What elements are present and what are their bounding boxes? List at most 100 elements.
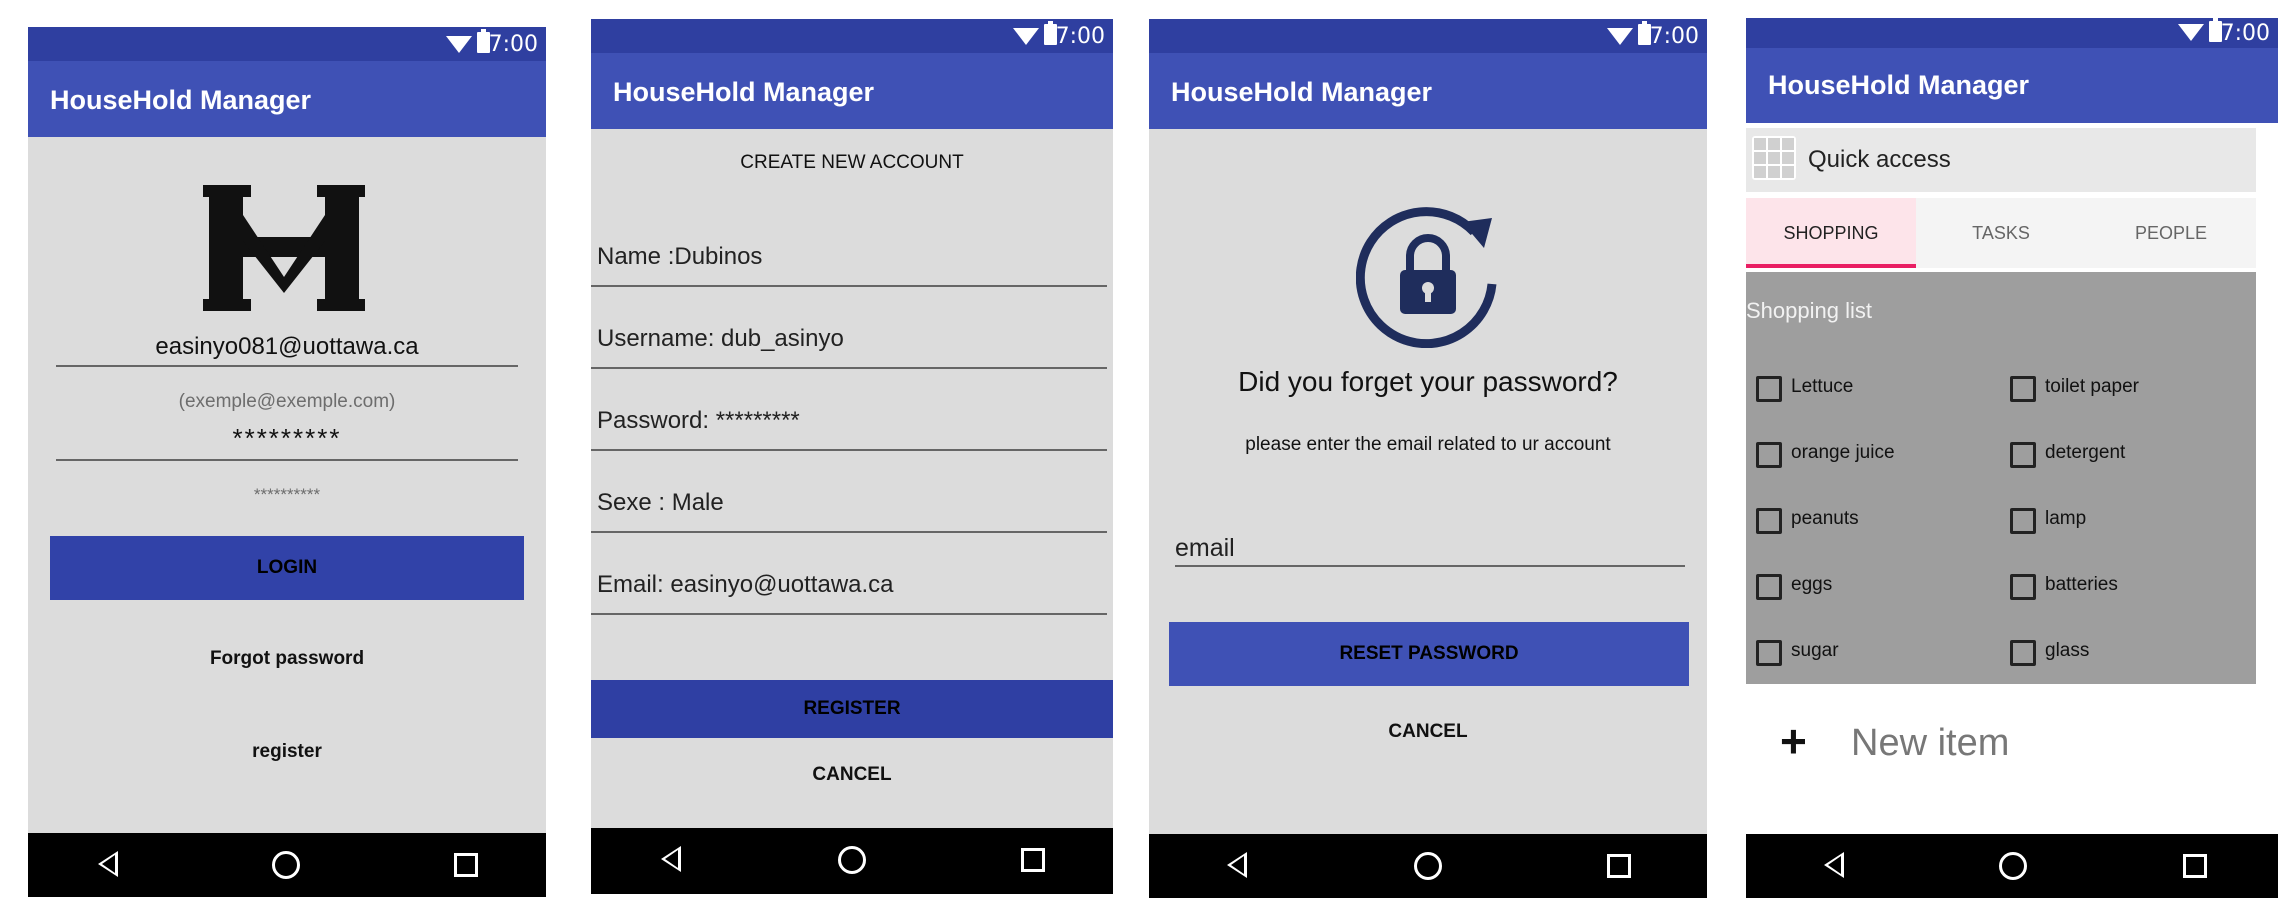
home-icon[interactable] bbox=[838, 846, 866, 874]
status-bar: 7:00 bbox=[1746, 18, 2278, 48]
nav-bar bbox=[28, 833, 546, 897]
household-screen: 7:00 HouseHold Manager Quick access SHOP… bbox=[1746, 18, 2278, 898]
quick-access-row[interactable]: Quick access bbox=[1746, 128, 2256, 192]
checkbox-detergent[interactable] bbox=[2010, 442, 2036, 468]
app-bar: HouseHold Manager bbox=[28, 61, 546, 137]
tab-bar: SHOPPING TASKS PEOPLE bbox=[1746, 198, 2256, 268]
status-time: 7:00 bbox=[2220, 21, 2270, 46]
password-underline bbox=[56, 459, 518, 461]
hm-logo bbox=[203, 185, 365, 311]
tab-people-label: PEOPLE bbox=[2134, 223, 2208, 243]
wifi-icon bbox=[446, 36, 472, 53]
email-field[interactable]: Email: easinyo@uottawa.ca bbox=[597, 571, 894, 599]
tab-shopping[interactable]: SHOPPING bbox=[1746, 198, 1916, 268]
app-title: HouseHold Manager bbox=[50, 85, 312, 115]
forgot-heading: Did you forget your password? bbox=[1238, 366, 1618, 397]
forgot-password-link[interactable]: Forgot password bbox=[28, 648, 546, 670]
password-field[interactable]: Password: ********* bbox=[597, 407, 800, 435]
page-heading: CREATE NEW ACCOUNT bbox=[740, 152, 964, 173]
item-label: Lettuce bbox=[1791, 376, 1854, 397]
app-bar: HouseHold Manager bbox=[1746, 48, 2278, 123]
register-screen: 7:00 HouseHold Manager CREATE NEW ACCOUN… bbox=[591, 19, 1113, 894]
status-time: 7:00 bbox=[1649, 24, 1699, 49]
reset-password-button[interactable]: RESET PASSWORD bbox=[1169, 622, 1689, 686]
grid-icon bbox=[1752, 136, 1796, 180]
register-button[interactable]: REGISTER bbox=[591, 680, 1113, 738]
item-label: sugar bbox=[1791, 640, 1839, 661]
nav-bar bbox=[591, 828, 1113, 894]
back-icon[interactable] bbox=[98, 851, 118, 877]
item-label: glass bbox=[2045, 640, 2090, 661]
plus-icon: + bbox=[1780, 715, 1807, 767]
app-title: HouseHold Manager bbox=[1768, 70, 2030, 100]
sexe-underline bbox=[591, 531, 1107, 533]
checkbox-batteries[interactable] bbox=[2010, 574, 2036, 600]
item-label: peanuts bbox=[1791, 508, 1859, 529]
nav-bar bbox=[1149, 834, 1707, 898]
item-label: batteries bbox=[2045, 574, 2118, 595]
new-item-button[interactable]: + New item bbox=[1746, 708, 2278, 798]
back-icon[interactable] bbox=[1824, 852, 1844, 878]
name-field[interactable]: Name :Dubinos bbox=[597, 243, 762, 271]
forgot-password-screen: 7:00 HouseHold Manager Did you forget yo… bbox=[1149, 19, 1707, 898]
sexe-field[interactable]: Sexe : Male bbox=[597, 489, 724, 517]
recents-icon[interactable] bbox=[2183, 854, 2207, 878]
tab-shopping-label: SHOPPING bbox=[1783, 223, 1879, 243]
status-time: 7:00 bbox=[1055, 24, 1105, 49]
username-underline bbox=[591, 367, 1107, 369]
recents-icon[interactable] bbox=[454, 853, 478, 877]
app-title: HouseHold Manager bbox=[1171, 77, 1433, 107]
recents-icon[interactable] bbox=[1021, 848, 1045, 872]
status-bar: 7:00 bbox=[591, 19, 1113, 53]
password-hint: ********** bbox=[253, 485, 321, 504]
checkbox-lettuce[interactable] bbox=[1756, 376, 1782, 402]
shopping-list-panel: Shopping list Lettuce toilet paper orang… bbox=[1746, 272, 2256, 684]
tab-people[interactable]: PEOPLE bbox=[2086, 198, 2256, 268]
email-input[interactable]: email bbox=[1175, 534, 1235, 563]
item-label: toilet paper bbox=[2045, 376, 2140, 397]
login-screen: 7:00 HouseHold Manager easinyo081@uottaw… bbox=[28, 27, 546, 897]
app-bar: HouseHold Manager bbox=[1149, 53, 1707, 129]
checkbox-toilet-paper[interactable] bbox=[2010, 376, 2036, 402]
cancel-button[interactable]: CANCEL bbox=[1149, 721, 1707, 743]
new-item-label: New item bbox=[1851, 722, 2010, 764]
checkbox-orange-juice[interactable] bbox=[1756, 442, 1782, 468]
recents-icon[interactable] bbox=[1607, 854, 1631, 878]
email-underline bbox=[56, 365, 518, 367]
app-bar: HouseHold Manager bbox=[591, 53, 1113, 129]
status-time: 7:00 bbox=[488, 32, 538, 57]
checkbox-eggs[interactable] bbox=[1756, 574, 1782, 600]
email-underline bbox=[1175, 565, 1685, 567]
username-field[interactable]: Username: dub_asinyo bbox=[597, 325, 844, 353]
quick-access-label: Quick access bbox=[1808, 146, 1951, 173]
tab-tasks-label: TASKS bbox=[1972, 223, 2030, 243]
home-icon[interactable] bbox=[272, 851, 300, 879]
back-icon[interactable] bbox=[1227, 852, 1247, 878]
password-field[interactable]: ********* bbox=[28, 423, 546, 454]
item-label: eggs bbox=[1791, 574, 1833, 595]
wifi-icon bbox=[1013, 28, 1039, 45]
login-button[interactable]: LOGIN bbox=[50, 536, 524, 600]
home-icon[interactable] bbox=[1414, 852, 1442, 880]
forgot-instruction: please enter the email related to ur acc… bbox=[1245, 434, 1611, 455]
item-label: orange juice bbox=[1791, 442, 1895, 463]
checkbox-peanuts[interactable] bbox=[1756, 508, 1782, 534]
home-icon[interactable] bbox=[1999, 852, 2027, 880]
wifi-icon bbox=[1607, 28, 1633, 45]
email-underline bbox=[591, 613, 1107, 615]
nav-bar bbox=[1746, 834, 2278, 898]
name-underline bbox=[591, 285, 1107, 287]
shopping-list-title: Shopping list bbox=[1746, 298, 1872, 323]
tab-tasks[interactable]: TASKS bbox=[1916, 198, 2086, 268]
wifi-icon bbox=[2178, 24, 2204, 41]
app-title: HouseHold Manager bbox=[613, 77, 875, 107]
register-link[interactable]: register bbox=[28, 741, 546, 763]
checkbox-glass[interactable] bbox=[2010, 640, 2036, 666]
checkbox-lamp[interactable] bbox=[2010, 508, 2036, 534]
status-bar: 7:00 bbox=[28, 27, 546, 61]
item-label: detergent bbox=[2045, 442, 2126, 463]
cancel-button[interactable]: CANCEL bbox=[591, 764, 1113, 786]
email-field[interactable]: easinyo081@uottawa.ca bbox=[28, 333, 546, 361]
checkbox-sugar[interactable] bbox=[1756, 640, 1782, 666]
back-icon[interactable] bbox=[661, 846, 681, 872]
